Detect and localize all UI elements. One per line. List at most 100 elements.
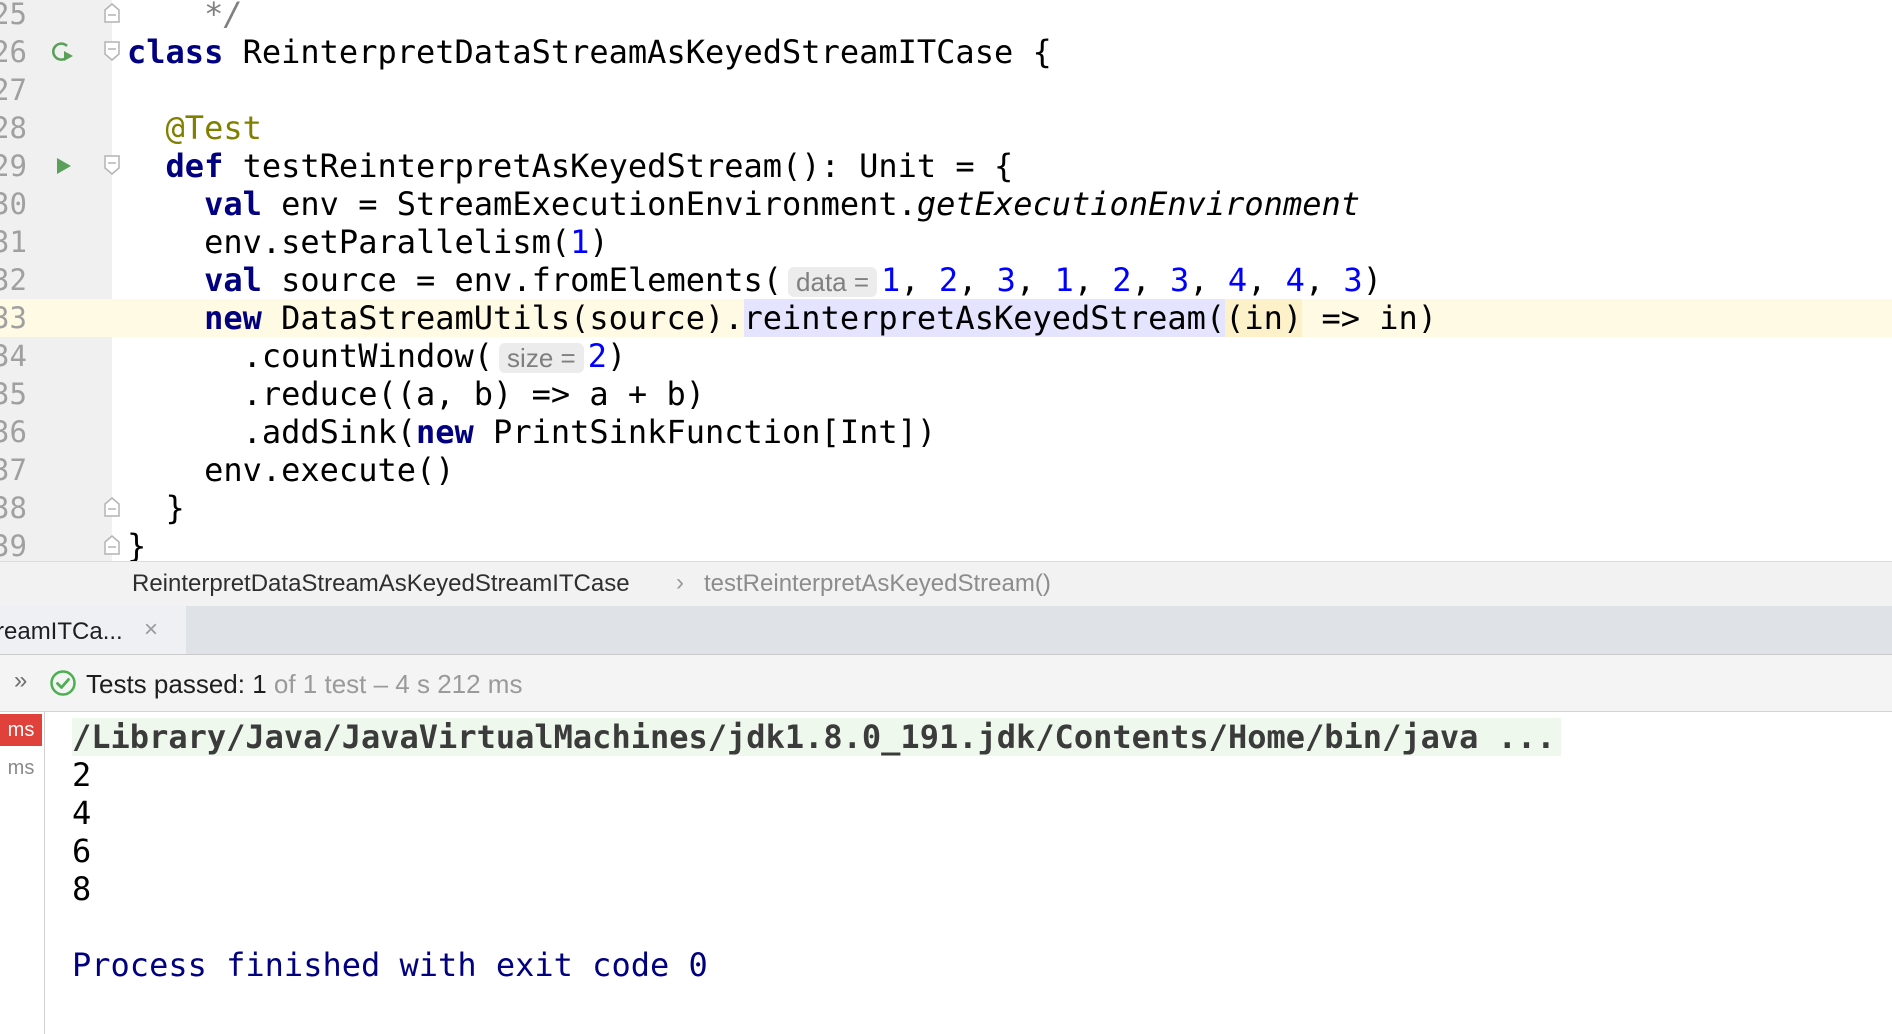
code-token: PrintSinkFunction[Int]) <box>473 413 937 451</box>
code-line[interactable]: 30 val env = StreamExecutionEnvironment.… <box>0 185 1892 223</box>
code-editor[interactable]: 25 */26 class ReinterpretDataStreamAsKeye… <box>0 0 1892 565</box>
code-line[interactable]: 37 env.execute() <box>0 451 1892 489</box>
line-number[interactable]: 35 <box>0 375 40 413</box>
fold-end-icon[interactable] <box>103 534 121 556</box>
console-line: 2 <box>72 756 92 794</box>
code-token: (in) <box>1225 299 1303 337</box>
code-token: ) <box>606 337 627 375</box>
fold-end-icon[interactable] <box>103 496 121 518</box>
test-status-bar: » Tests passed: 1 of 1 test – 4 s 212 ms <box>0 655 1892 712</box>
code-text[interactable]: .addSink(new PrintSinkFunction[Int]) <box>127 413 937 451</box>
run-tab[interactable]: reamITCa... × <box>0 606 186 654</box>
console-line: 6 <box>72 832 92 870</box>
line-number[interactable]: 25 <box>0 0 40 33</box>
line-number[interactable]: 33 <box>0 299 40 337</box>
code-text[interactable]: env.setParallelism(1) <box>127 223 609 261</box>
code-token: ) <box>1362 261 1382 299</box>
code-token: 1 <box>570 223 590 261</box>
line-number[interactable]: 36 <box>0 413 40 451</box>
code-text[interactable]: */ <box>127 0 243 33</box>
code-line[interactable]: 33 new DataStreamUtils(source).reinterpr… <box>0 299 1892 337</box>
code-line[interactable]: 34 .countWindow(size = 2) <box>0 337 1892 375</box>
breadcrumb-separator: › <box>676 569 684 596</box>
code-text[interactable]: .countWindow(size = 2) <box>127 337 627 375</box>
code-token: val <box>204 261 262 299</box>
expand-icon[interactable]: » <box>14 667 27 695</box>
code-line[interactable]: 36 .addSink(new PrintSinkFunction[Int]) <box>0 413 1892 451</box>
run-test-icon[interactable] <box>52 155 74 177</box>
code-token: 4 <box>1285 261 1305 299</box>
run-tests-icon[interactable] <box>52 41 74 63</box>
code-token: class <box>127 33 224 71</box>
code-text[interactable]: @Test <box>127 109 262 147</box>
fold-start-icon[interactable] <box>103 154 121 176</box>
code-line[interactable]: 28 @Test <box>0 109 1892 147</box>
code-token: */ <box>204 0 243 33</box>
code-line[interactable]: 27 <box>0 71 1892 109</box>
code-text[interactable]: new DataStreamUtils(source).reinterpretA… <box>127 299 1437 337</box>
tests-passed-label: Tests passed: 1 <box>86 669 267 699</box>
line-number[interactable]: 38 <box>0 489 40 527</box>
line-number[interactable]: 29 <box>0 147 40 185</box>
code-text[interactable]: def testReinterpretAsKeyedStream(): Unit… <box>127 147 1014 185</box>
test-status-text: Tests passed: 1 of 1 test – 4 s 212 ms <box>86 669 522 700</box>
breadcrumb-method[interactable]: testReinterpretAsKeyedStream() <box>704 570 1051 598</box>
code-text[interactable]: } <box>127 527 146 565</box>
code-token: env = StreamExecutionEnvironment. <box>261 185 917 223</box>
code-token: , <box>958 261 997 299</box>
code-text[interactable]: env.execute() <box>127 451 454 489</box>
line-number[interactable]: 27 <box>0 71 40 109</box>
code-token: testReinterpretAsKeyedStream(): Unit = { <box>223 147 1014 185</box>
line-number[interactable]: 26 <box>0 33 40 71</box>
code-token: new <box>204 299 262 337</box>
code-token: 2 <box>938 261 959 299</box>
code-token: new <box>415 413 474 451</box>
code-line[interactable]: 25 */ <box>0 0 1892 33</box>
line-number[interactable]: 34 <box>0 337 40 375</box>
java-command-line[interactable]: /Library/Java/JavaVirtualMachines/jdk1.8… <box>72 718 1562 756</box>
fold-start-icon[interactable] <box>103 40 121 62</box>
code-token: .countWindow( <box>127 337 494 375</box>
code-token: ) <box>589 223 609 261</box>
line-number[interactable]: 32 <box>0 261 40 299</box>
code-token: 2 <box>1112 261 1132 299</box>
code-line[interactable]: 32 val source = env.fromElements(data = 1… <box>0 261 1892 299</box>
check-circle-icon <box>50 670 76 696</box>
breadcrumb-class[interactable]: ReinterpretDataStreamAsKeyedStreamITCase <box>132 570 630 598</box>
code-line[interactable]: 35 .reduce((a, b) => a + b) <box>0 375 1892 413</box>
code-token: } <box>127 489 185 527</box>
line-number[interactable]: 30 <box>0 185 40 223</box>
code-text[interactable]: val source = env.fromElements(data = 1, 2… <box>127 261 1382 299</box>
line-number[interactable]: 37 <box>0 451 40 489</box>
fold-end-icon[interactable] <box>103 2 121 24</box>
code-token: source = env.fromElements( <box>261 261 783 299</box>
code-line[interactable]: 31 env.setParallelism(1) <box>0 223 1892 261</box>
code-token: 3 <box>996 261 1016 299</box>
line-number[interactable]: 39 <box>0 527 40 565</box>
code-line[interactable]: 38 } <box>0 489 1892 527</box>
line-number[interactable]: 28 <box>0 109 40 147</box>
code-line[interactable]: 26 class ReinterpretDataStreamAsKeyedStre… <box>0 33 1892 71</box>
code-token: , <box>1073 261 1113 299</box>
code-token: , <box>1015 261 1055 299</box>
console-output[interactable]: ms ms /Library/Java/JavaVirtualMachines/… <box>0 712 1892 1034</box>
code-token: 1 <box>1054 261 1074 299</box>
code-token: 2 <box>587 337 607 375</box>
line-number[interactable]: 31 <box>0 223 40 261</box>
code-text[interactable]: val env = StreamExecutionEnvironment.get… <box>127 185 1360 223</box>
code-text[interactable]: } <box>127 489 185 527</box>
code-token: 1 <box>881 261 901 299</box>
code-text[interactable]: .reduce((a, b) => a + b) <box>127 375 705 413</box>
code-line[interactable]: 39} <box>0 527 1892 565</box>
console-gutter: ms ms <box>0 712 45 1034</box>
code-text[interactable]: class ReinterpretDataStreamAsKeyedStream… <box>127 33 1052 71</box>
code-token: DataStreamUtils(source). <box>261 299 744 337</box>
code-token: , <box>1131 261 1171 299</box>
tests-summary: of 1 test – 4 s 212 ms <box>266 669 523 699</box>
close-icon[interactable]: × <box>144 616 158 644</box>
code-line[interactable]: 29 def testReinterpretAsKeyedStream(): U… <box>0 147 1892 185</box>
